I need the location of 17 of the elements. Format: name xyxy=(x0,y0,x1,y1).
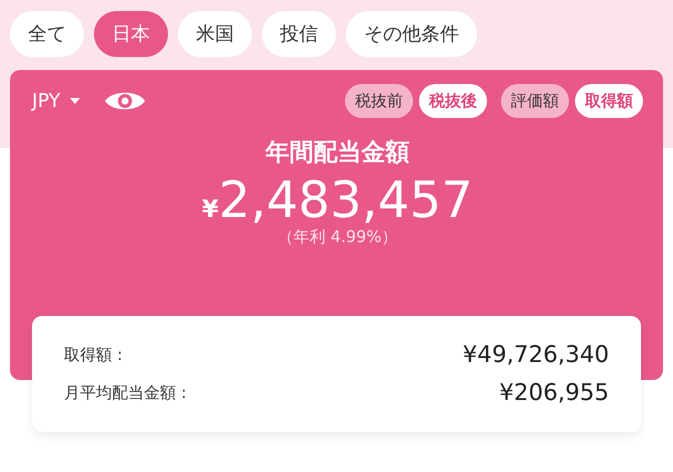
tax-toggle[interactable]: 税抜後 xyxy=(419,84,487,118)
detail-label: 取得額 : xyxy=(64,344,122,366)
detail-label: 月平均配当金額 : xyxy=(64,382,186,404)
detail-value: ¥206,955 xyxy=(499,380,609,406)
detail-value: ¥49,726,340 xyxy=(462,342,609,368)
filter-tab[interactable]: 投信 xyxy=(262,11,336,57)
filter-tab[interactable]: 全て xyxy=(10,11,84,57)
dividend-amount: 2,483,457 xyxy=(218,174,474,226)
yield-text: （年利 4.99%） xyxy=(278,226,398,248)
basis-toggle[interactable]: 取得額 xyxy=(575,84,643,118)
card-title: 年間配当金額 xyxy=(266,137,410,168)
tax-toggle[interactable]: 税抜前 xyxy=(345,84,413,118)
filter-tab[interactable]: その他条件 xyxy=(346,11,477,57)
caret-icon xyxy=(70,98,80,104)
basis-toggle[interactable]: 評価額 xyxy=(501,84,569,118)
filter-tab[interactable]: 米国 xyxy=(178,11,252,57)
currency-symbol: ¥ xyxy=(202,195,219,223)
